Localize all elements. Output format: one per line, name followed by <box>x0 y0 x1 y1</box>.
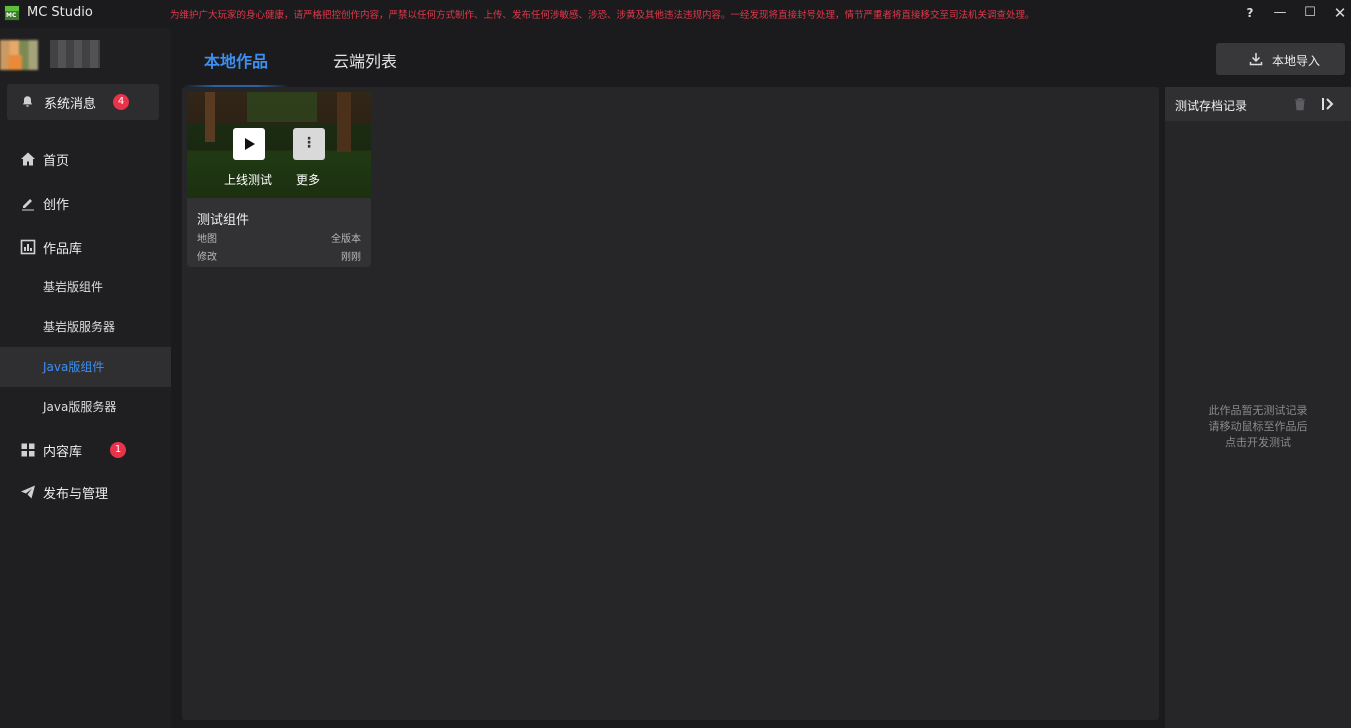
empty-line: 请移动鼠标至作品后 <box>1208 420 1308 433</box>
thumbnail-leaves <box>247 92 317 122</box>
sidebar-item-bedrock-components[interactable]: 基岩版组件 <box>0 267 171 307</box>
sidebar-item-content-library[interactable]: 内容库 1 <box>0 430 171 470</box>
notification-count-badge: 4 <box>113 94 129 110</box>
help-button[interactable]: ? <box>1235 2 1265 24</box>
collapse-panel-icon[interactable] <box>1320 96 1336 112</box>
sidebar-item-library[interactable]: 作品库 <box>0 227 171 267</box>
tab-local-works[interactable]: 本地作品 <box>204 48 268 72</box>
empty-line: 此作品暂无测试记录 <box>1208 404 1308 417</box>
close-button[interactable]: ✕ <box>1325 2 1351 24</box>
modified-label: 修改 <box>197 252 217 263</box>
sidebar-item-label: 首页 <box>43 154 70 169</box>
more-icon[interactable]: ⋮ <box>293 128 325 160</box>
play-icon[interactable] <box>233 128 265 160</box>
system-messages-button[interactable]: 系统消息 4 <box>7 84 159 120</box>
work-type: 地图 <box>197 234 217 245</box>
tab-cloud-list[interactable]: 云端列表 <box>333 48 397 72</box>
library-icon <box>20 239 36 255</box>
sidebar-item-create[interactable]: 创作 <box>0 183 171 223</box>
trash-icon[interactable] <box>1293 97 1307 111</box>
thumbnail-tree <box>205 92 215 142</box>
test-records-title: 测试存档记录 <box>1175 99 1248 113</box>
maximize-button[interactable]: ☐ <box>1295 2 1325 24</box>
empty-line: 点击开发测试 <box>1225 436 1291 449</box>
more-label[interactable]: 更多 <box>296 171 320 188</box>
bell-icon <box>22 96 33 107</box>
title-bar: MC Studio 为维护广大玩家的身心健康，请严格把控创作内容，严禁以任何方式… <box>0 0 1351 28</box>
work-thumbnail: ⋮ 上线测试 更多 <box>187 92 371 198</box>
test-records-panel: 测试存档记录 此作品暂无测试记录 请移动鼠标至作品后 点击开发测试 <box>1165 87 1351 728</box>
sidebar-item-home[interactable]: 首页 <box>0 139 171 179</box>
local-import-button[interactable]: 本地导入 <box>1216 43 1345 75</box>
avatar[interactable] <box>0 40 38 70</box>
sidebar: 系统消息 4 首页 创作 作品库 基岩版组件 基岩版服务器 Java版组件 Ja… <box>0 28 171 728</box>
local-import-label: 本地导入 <box>1272 54 1321 68</box>
app-title: MC Studio <box>27 5 93 20</box>
minimize-button[interactable]: — <box>1265 2 1295 24</box>
modified-time: 刚刚 <box>341 252 361 263</box>
sidebar-item-label: Java版服务器 <box>43 400 117 414</box>
sidebar-item-label: 作品库 <box>43 242 83 257</box>
sidebar-item-label: 基岩版服务器 <box>43 320 116 334</box>
content-library-badge: 1 <box>110 442 126 458</box>
sidebar-item-java-components[interactable]: Java版组件 <box>0 347 171 387</box>
send-icon <box>21 485 35 499</box>
thumbnail-tree <box>337 92 351 152</box>
sidebar-item-label: 内容库 <box>43 445 83 460</box>
edit-icon <box>22 199 34 211</box>
online-test-label[interactable]: 上线测试 <box>224 171 272 188</box>
sidebar-item-label: 发布与管理 <box>43 487 109 502</box>
grid-icon <box>21 443 35 457</box>
empty-state-message: 此作品暂无测试记录 请移动鼠标至作品后 点击开发测试 <box>1165 403 1351 451</box>
content-warning-banner: 为维护广大玩家的身心健康，请严格把控创作内容，严禁以任何方式制作、上传、发布任何… <box>170 10 1035 21</box>
work-card[interactable]: ⋮ 上线测试 更多 测试组件 地图 全版本 修改 刚刚 <box>187 92 371 267</box>
test-records-header: 测试存档记录 <box>1165 87 1351 121</box>
sidebar-item-publish[interactable]: 发布与管理 <box>0 472 171 512</box>
work-title: 测试组件 <box>197 213 250 228</box>
home-icon <box>21 152 35 166</box>
sidebar-item-java-servers[interactable]: Java版服务器 <box>0 387 171 427</box>
download-icon <box>1249 53 1263 66</box>
sidebar-item-label: Java版组件 <box>43 360 105 374</box>
app-logo-icon <box>4 5 20 21</box>
work-version: 全版本 <box>331 234 361 245</box>
sidebar-item-label: 基岩版组件 <box>43 280 104 294</box>
sidebar-item-label: 创作 <box>43 198 70 213</box>
username-pixelated <box>50 40 100 68</box>
system-messages-label: 系统消息 <box>44 97 97 112</box>
sidebar-item-bedrock-servers[interactable]: 基岩版服务器 <box>0 307 171 347</box>
